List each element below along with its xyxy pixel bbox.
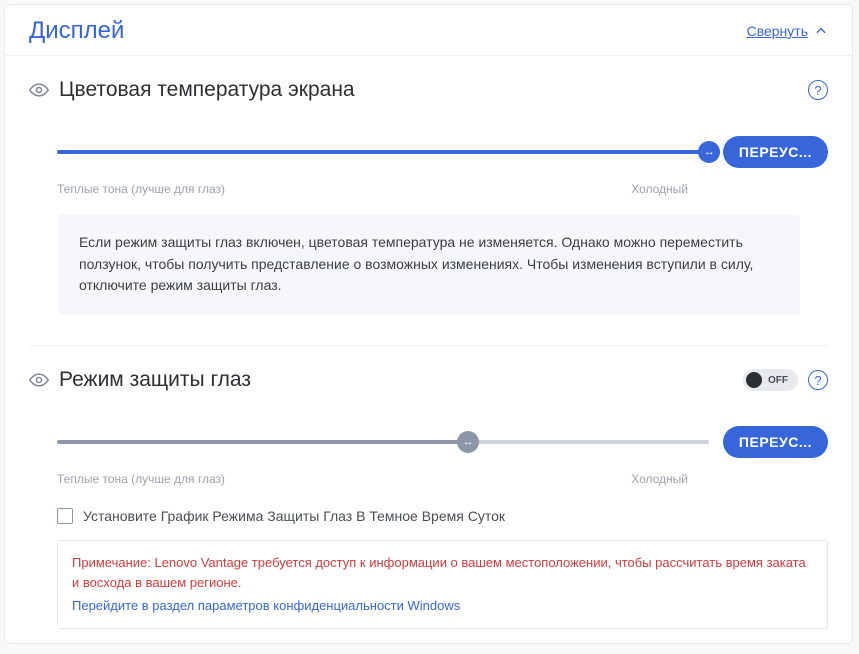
- section-head: Цветовая температура экрана ?: [29, 78, 828, 102]
- slider-fill: [57, 440, 468, 444]
- drag-arrows-icon: ↔: [704, 146, 714, 158]
- toggle-knob: [746, 372, 762, 388]
- eye-care-slider[interactable]: ↔: [57, 440, 709, 444]
- slider-track: ↔: [57, 440, 709, 444]
- help-icon[interactable]: ?: [808, 80, 828, 100]
- cold-label: Холодный: [631, 182, 688, 196]
- section-head: Режим защиты глаз OFF ?: [29, 368, 828, 392]
- collapse-label: Свернуть: [747, 23, 808, 39]
- schedule-checkbox[interactable]: [57, 508, 73, 524]
- slider-row: ↔ ПЕРЕУС...: [29, 136, 828, 168]
- schedule-checkbox-row: Установите График Режима Защиты Глаз В Т…: [5, 494, 852, 524]
- slider-thumb[interactable]: ↔: [457, 431, 479, 453]
- warm-label: Теплые тона (лучше для глаз): [57, 182, 225, 196]
- privacy-settings-link[interactable]: Перейдите в раздел параметров конфиденци…: [72, 596, 460, 616]
- section-title: Цветовая температура экрана: [59, 78, 788, 102]
- section-title: Режим защиты глаз: [59, 368, 733, 392]
- reset-button[interactable]: ПЕРЕУС...: [723, 136, 828, 168]
- chevron-up-icon: [814, 24, 828, 38]
- cold-label: Холодный: [631, 472, 688, 486]
- note-box: Примечание: Lenovo Vantage требуется дос…: [57, 540, 828, 629]
- display-settings-card: Дисплей Свернуть Цветовая температура эк…: [4, 4, 853, 644]
- card-title: Дисплей: [29, 17, 124, 45]
- slider-thumb[interactable]: ↔: [698, 141, 720, 163]
- reset-button[interactable]: ПЕРЕУС...: [723, 426, 828, 458]
- help-icon[interactable]: ?: [808, 370, 828, 390]
- eye-icon: [29, 370, 49, 390]
- slider-labels: Теплые тона (лучше для глаз) Холодный: [29, 182, 828, 196]
- toggle-state-label: OFF: [768, 375, 788, 386]
- eye-care-section: Режим защиты глаз OFF ? ↔ ПЕРЕУС...: [5, 346, 852, 494]
- color-temperature-section: Цветовая температура экрана ? ↔ ПЕРЕУС..…: [5, 56, 852, 323]
- checkbox-label: Установите График Режима Защиты Глаз В Т…: [83, 508, 505, 524]
- slider-fill: [57, 150, 709, 154]
- note-warning: Примечание: Lenovo Vantage требуется дос…: [72, 553, 813, 592]
- drag-arrows-icon: ↔: [463, 436, 473, 448]
- slider-track: ↔: [57, 150, 709, 154]
- collapse-button[interactable]: Свернуть: [747, 23, 828, 39]
- slider-labels: Теплые тона (лучше для глаз) Холодный: [29, 472, 828, 486]
- color-temp-slider[interactable]: ↔: [57, 150, 709, 154]
- card-header: Дисплей Свернуть: [5, 5, 852, 56]
- eye-care-toggle[interactable]: OFF: [743, 369, 798, 391]
- eye-icon: [29, 80, 49, 100]
- slider-row: ↔ ПЕРЕУС...: [29, 426, 828, 458]
- info-box: Если режим защиты глаз включен, цветовая…: [57, 214, 800, 315]
- warm-label: Теплые тона (лучше для глаз): [57, 472, 225, 486]
